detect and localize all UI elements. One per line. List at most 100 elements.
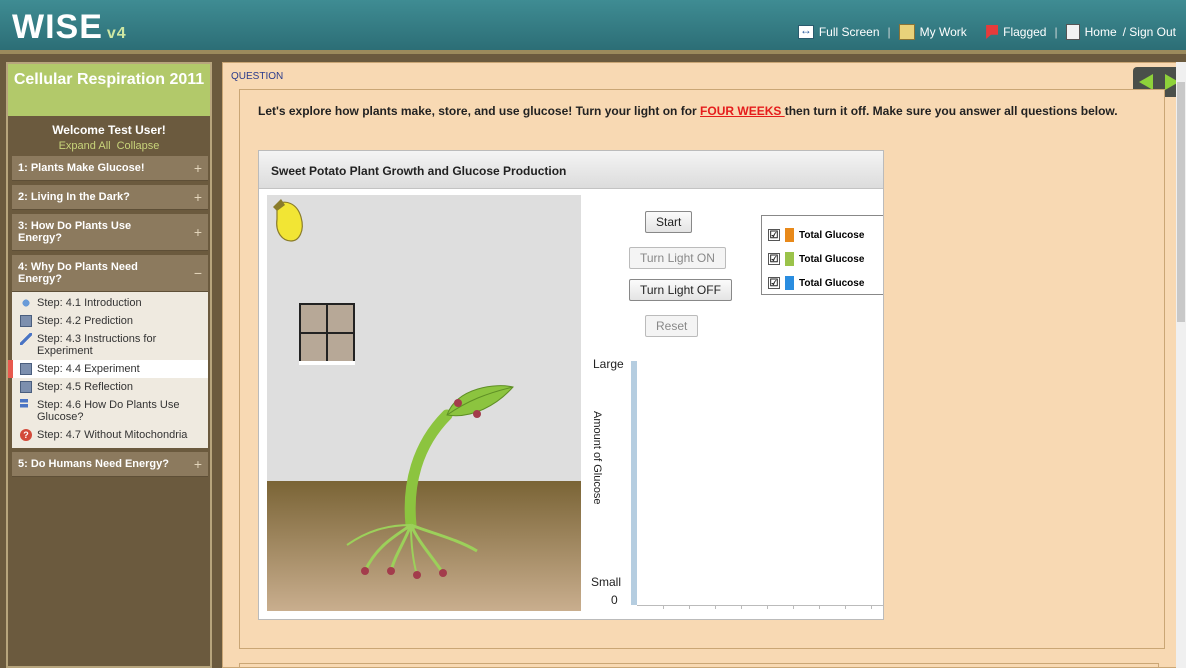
y-axis: [631, 361, 637, 605]
my-work-icon: [898, 24, 915, 40]
activity-label: 5: Do Humans Need Energy?: [18, 458, 169, 470]
activity-1[interactable]: 1: Plants Make Glucose! +: [12, 156, 208, 181]
x-tick: [715, 605, 716, 609]
previous-step-arrow-icon[interactable]: [1139, 74, 1153, 90]
expand-icon: +: [193, 224, 202, 240]
step-4-6[interactable]: Step: 4.6 How Do Plants Use Glucose?: [12, 396, 208, 426]
step-label: Step: 4.4 Experiment: [37, 363, 140, 375]
activity-list: 1: Plants Make Glucose! + 2: Living In t…: [8, 156, 208, 481]
prompt-highlight: FOUR WEEKS: [700, 104, 785, 118]
welcome-message: Welcome Test User!: [52, 123, 166, 137]
activity-label: 3: How Do Plants Use Energy?: [18, 220, 132, 244]
legend-label: Total Glucose: [799, 277, 865, 289]
x-tick: [819, 605, 820, 609]
prompt-text: Let's explore how plants make, store, an…: [258, 104, 701, 118]
home-label: Home: [1084, 25, 1117, 39]
step-4-1[interactable]: Step: 4.1 Introduction: [12, 294, 208, 312]
activity-label: 4: Why Do Plants Need Energy?: [18, 261, 138, 285]
legend-checkbox[interactable]: ☑: [768, 229, 780, 241]
question-box: Let's explore how plants make, store, an…: [239, 89, 1165, 649]
glucose-graph: Large Amount of Glucose Small 0: [581, 357, 883, 619]
start-button[interactable]: Start: [645, 211, 693, 233]
activity-3[interactable]: 3: How Do Plants Use Energy? +: [12, 214, 208, 251]
my-work-button[interactable]: My Work: [893, 24, 973, 40]
scrollbar-thumb[interactable]: [1177, 82, 1185, 322]
activity-label: 1: Plants Make Glucose!: [18, 162, 145, 174]
nav-divider: |: [1054, 25, 1058, 39]
content-panel: QUESTION Let's explore how plants make, …: [222, 62, 1186, 668]
expand-all-link[interactable]: Expand All: [59, 140, 111, 152]
section-label: QUESTION: [231, 71, 284, 82]
y-axis-zero-label: 0: [611, 593, 618, 607]
nav-divider: |: [887, 25, 891, 39]
step-list: Step: 4.1 Introduction Step: 4.2 Predict…: [8, 292, 208, 448]
flagged-label: Flagged: [1003, 25, 1047, 39]
x-tick: [871, 605, 872, 609]
step-4-7[interactable]: ? Step: 4.7 Without Mitochondria: [12, 426, 208, 444]
activity-5[interactable]: 5: Do Humans Need Energy? +: [12, 452, 208, 477]
full-screen-label: Full Screen: [818, 25, 880, 39]
challenge-icon: ?: [20, 429, 32, 441]
sign-out-link[interactable]: / Sign Out: [1123, 25, 1182, 39]
window: [299, 303, 355, 363]
legend-swatch: [785, 276, 794, 290]
step-4-2[interactable]: Step: 4.2 Prediction: [12, 312, 208, 330]
introduction-icon: [20, 297, 32, 309]
legend-checkbox[interactable]: ☑: [768, 253, 780, 265]
reset-button[interactable]: Reset: [645, 315, 699, 337]
x-tick: [741, 605, 742, 609]
x-tick: [689, 605, 690, 609]
form-icon: [20, 363, 32, 375]
x-tick: [663, 605, 664, 609]
pen-icon: [20, 333, 32, 345]
step-4-3[interactable]: Step: 4.3 Instructions for Experiment: [12, 330, 208, 360]
x-tick: [767, 605, 768, 609]
content-scrollbar[interactable]: [1176, 62, 1186, 668]
step-4-4[interactable]: Step: 4.4 Experiment: [8, 360, 208, 378]
legend-label: Total Glucose: [799, 229, 865, 241]
flagged-button[interactable]: Flagged: [980, 25, 1052, 39]
window-sill: [299, 361, 355, 365]
logo-version: v4: [106, 25, 127, 42]
step-label: Step: 4.6 How Do Plants Use Glucose?: [37, 399, 180, 423]
step-label: Step: 4.7 Without Mitochondria: [37, 429, 188, 441]
step-label: Step: 4.1 Introduction: [37, 297, 142, 309]
project-title: Cellular Respiration 2011: [8, 64, 210, 116]
question-prompt: Let's explore how plants make, store, an…: [258, 104, 1138, 119]
simulation-title: Sweet Potato Plant Growth and Glucose Pr…: [259, 151, 883, 189]
legend-swatch: [785, 228, 794, 242]
light-bulb-icon[interactable]: [271, 197, 311, 245]
legend-item[interactable]: ☑ Total Glucose: [768, 252, 864, 266]
turn-light-on-button[interactable]: Turn Light ON: [629, 247, 726, 269]
legend-item[interactable]: ☑ Total Glucose: [768, 228, 864, 242]
legend-swatch: [785, 252, 794, 266]
x-axis: [637, 605, 883, 606]
activity-2[interactable]: 2: Living In the Dark? +: [12, 185, 208, 210]
step-label: Step: 4.2 Prediction: [37, 315, 134, 327]
full-screen-icon: [797, 23, 814, 39]
expand-icon: +: [193, 456, 202, 472]
sweet-potato-plant: [346, 385, 514, 579]
form-icon: [20, 381, 32, 393]
home-button[interactable]: Home: [1060, 24, 1123, 40]
x-tick: [793, 605, 794, 609]
collapse-link[interactable]: Collapse: [117, 140, 160, 152]
wise-logo: WISE v4: [12, 8, 127, 47]
y-axis-title: Amount of Glucose: [591, 411, 603, 505]
plant-scene: [267, 195, 581, 611]
step-4-5[interactable]: Step: 4.5 Reflection: [12, 378, 208, 396]
graph-legend: ☑ Total Glucose ☑ Total Glucose ☑ Total …: [761, 215, 883, 295]
activity-4[interactable]: 4: Why Do Plants Need Energy? −: [12, 255, 208, 292]
y-axis-top-label: Large: [593, 357, 624, 371]
y-axis-bottom-label: Small: [591, 575, 622, 589]
full-screen-button[interactable]: Full Screen: [792, 23, 886, 39]
activity-label: 2: Living In the Dark?: [18, 191, 130, 203]
step-label: Step: 4.5 Reflection: [37, 381, 134, 393]
form-icon: [20, 315, 32, 327]
legend-label: Total Glucose: [799, 253, 865, 265]
legend-checkbox[interactable]: ☑: [768, 277, 780, 289]
top-bar: WISEv4 Full Screen | My Work Flagged | H…: [0, 0, 1186, 54]
legend-item[interactable]: ☑ Total Glucose: [768, 276, 864, 290]
sequence-icon: [20, 399, 28, 411]
turn-light-off-button[interactable]: Turn Light OFF: [629, 279, 732, 301]
